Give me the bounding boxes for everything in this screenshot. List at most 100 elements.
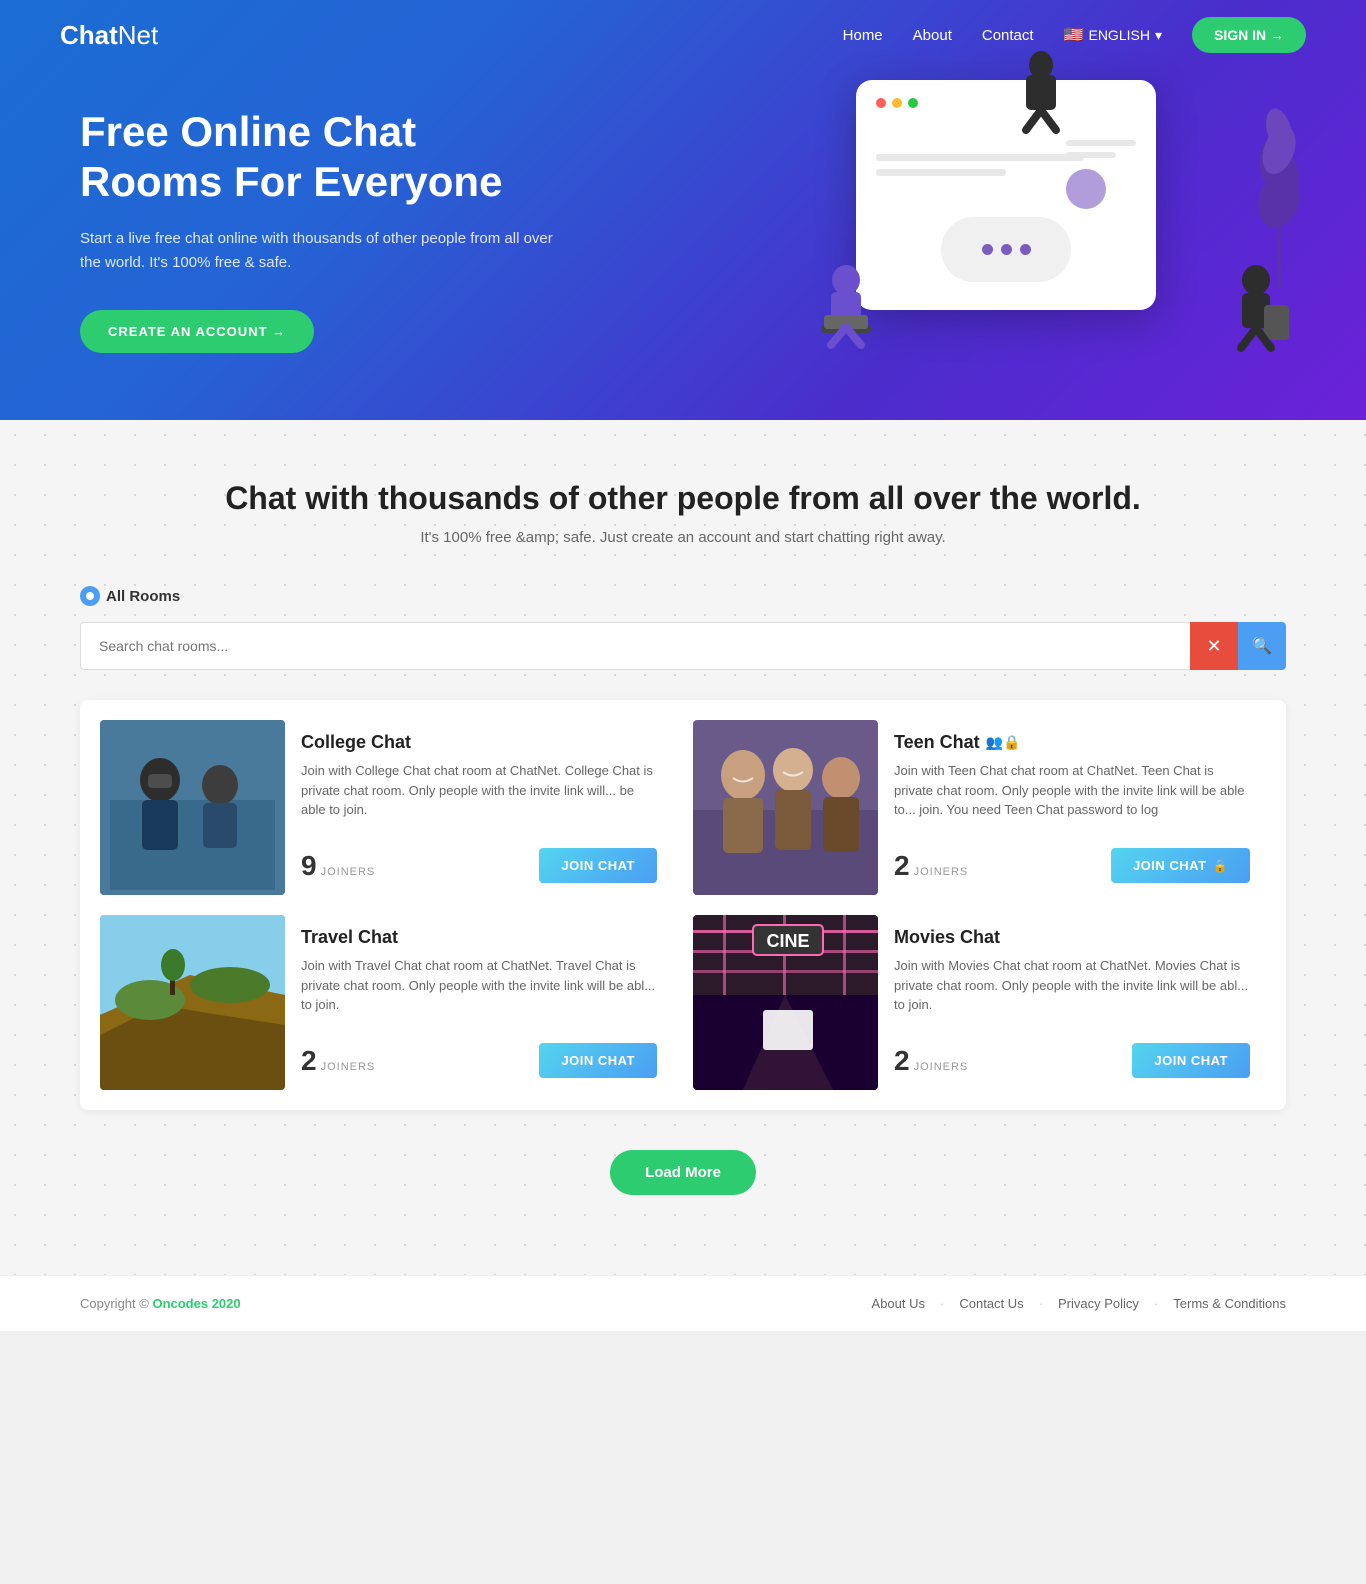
search-button[interactable]: 🔍 bbox=[1238, 622, 1286, 670]
dot-red bbox=[876, 98, 886, 108]
nav-links: Home About Contact 🇺🇸 ENGLISH ▾ SIGN IN … bbox=[843, 17, 1306, 53]
room-card-college: College Chat Join with College Chat chat… bbox=[100, 720, 673, 895]
hero-title: Free Online Chat Rooms For Everyone bbox=[80, 107, 560, 208]
dot-yellow bbox=[892, 98, 902, 108]
join-button-movies[interactable]: JOIN CHAT bbox=[1132, 1043, 1250, 1078]
room-title-travel: Travel Chat bbox=[301, 927, 657, 948]
joiners-travel: 2 JOINERS bbox=[301, 1045, 375, 1077]
room-image-college bbox=[100, 720, 285, 895]
section-heading: Chat with thousands of other people from… bbox=[80, 480, 1286, 517]
room-desc-movies: Join with Movies Chat chat room at ChatN… bbox=[894, 956, 1250, 1029]
language-selector[interactable]: 🇺🇸 ENGLISH ▾ bbox=[1064, 25, 1162, 45]
room-footer-movies: 2 JOINERS JOIN CHAT bbox=[894, 1043, 1250, 1078]
footer-privacy-policy[interactable]: Privacy Policy bbox=[1058, 1296, 1139, 1311]
search-clear-button[interactable]: ✕ bbox=[1190, 622, 1238, 670]
create-account-button[interactable]: CREATE AN ACCOUNT → bbox=[80, 310, 314, 353]
footer-terms[interactable]: Terms & Conditions bbox=[1173, 1296, 1286, 1311]
private-lock-icon: 👥🔒 bbox=[986, 734, 1021, 751]
close-icon: ✕ bbox=[1206, 636, 1221, 657]
joiners-count-college: 9 bbox=[301, 850, 317, 882]
hero-content: Free Online Chat Rooms For Everyone Star… bbox=[80, 107, 560, 354]
room-card-movies: CINE Movies Chat Join with Movies Chat c… bbox=[693, 915, 1266, 1090]
footer-copyright: Copyright © Oncodes 2020 bbox=[80, 1296, 241, 1311]
room-image-teen bbox=[693, 720, 878, 895]
room-image-travel bbox=[100, 915, 285, 1090]
hero-illustration bbox=[806, 30, 1306, 390]
joiners-label-movies: JOINERS bbox=[914, 1061, 969, 1073]
hero-subtitle: Start a live free chat online with thous… bbox=[80, 227, 560, 275]
footer-brand: Oncodes 2020 bbox=[152, 1296, 240, 1311]
footer: Copyright © Oncodes 2020 About Us · Cont… bbox=[0, 1275, 1366, 1331]
room-body-travel: Travel Chat Join with Travel Chat chat r… bbox=[285, 915, 673, 1090]
load-more-section: Load More bbox=[80, 1150, 1286, 1195]
typing-dot-2 bbox=[1001, 244, 1012, 255]
search-input[interactable] bbox=[80, 622, 1190, 670]
right-line-2 bbox=[1066, 152, 1116, 158]
joiners-label-travel: JOINERS bbox=[321, 1061, 376, 1073]
room-footer-travel: 2 JOINERS JOIN CHAT bbox=[301, 1043, 657, 1078]
typing-dot-3 bbox=[1020, 244, 1031, 255]
right-line-1 bbox=[1066, 140, 1136, 146]
signin-button[interactable]: SIGN IN → bbox=[1192, 17, 1306, 53]
tabs-bar: All Rooms bbox=[80, 586, 1286, 606]
joiners-count-movies: 2 bbox=[894, 1045, 910, 1077]
room-body-movies: Movies Chat Join with Movies Chat chat r… bbox=[878, 915, 1266, 1090]
load-more-button[interactable]: Load More bbox=[610, 1150, 756, 1195]
joiners-college: 9 JOINERS bbox=[301, 850, 375, 882]
navbar: Chat Net Home About Contact 🇺🇸 ENGLISH ▾… bbox=[0, 0, 1366, 70]
room-body-teen: Teen Chat 👥🔒 Join with Teen Chat chat ro… bbox=[878, 720, 1266, 895]
room-title-movies: Movies Chat bbox=[894, 927, 1250, 948]
join-button-travel[interactable]: JOIN CHAT bbox=[539, 1043, 657, 1078]
chat-line-1 bbox=[876, 154, 1084, 161]
nav-about[interactable]: About bbox=[913, 27, 952, 44]
joiners-label-college: JOINERS bbox=[321, 866, 376, 878]
chevron-down-icon: ▾ bbox=[1155, 27, 1162, 44]
joiners-label-teen: JOINERS bbox=[914, 866, 969, 878]
room-image-movies: CINE bbox=[693, 915, 878, 1090]
tab-all-rooms-label: All Rooms bbox=[106, 588, 180, 605]
nav-contact[interactable]: Contact bbox=[982, 27, 1034, 44]
room-title-teen: Teen Chat 👥🔒 bbox=[894, 732, 1250, 753]
join-button-teen[interactable]: JOIN CHAT 🔒 bbox=[1111, 848, 1250, 883]
joiners-count-teen: 2 bbox=[894, 850, 910, 882]
typing-dots bbox=[982, 244, 1031, 255]
chat-line-2 bbox=[876, 169, 1006, 176]
plant-decoration-icon bbox=[1251, 70, 1306, 290]
room-card-travel: Travel Chat Join with Travel Chat chat r… bbox=[100, 915, 673, 1090]
search-icon: 🔍 bbox=[1252, 636, 1272, 656]
svg-text:CINE: CINE bbox=[766, 931, 809, 951]
cards-grid: College Chat Join with College Chat chat… bbox=[80, 700, 1286, 1110]
tab-all-rooms[interactable]: All Rooms bbox=[80, 586, 180, 606]
main-content: Chat with thousands of other people from… bbox=[0, 420, 1366, 1275]
brand-chat: Chat bbox=[60, 20, 118, 51]
typing-dot-1 bbox=[982, 244, 993, 255]
joiners-teen: 2 JOINERS bbox=[894, 850, 968, 882]
join-button-college[interactable]: JOIN CHAT bbox=[539, 848, 657, 883]
search-bar: ✕ 🔍 bbox=[80, 622, 1286, 670]
join-lock-icon: 🔒 bbox=[1213, 859, 1228, 873]
brand-logo[interactable]: Chat Net bbox=[60, 20, 158, 51]
room-desc-teen: Join with Teen Chat chat room at ChatNet… bbox=[894, 761, 1250, 834]
footer-links: About Us · Contact Us · Privacy Policy ·… bbox=[872, 1296, 1286, 1311]
flag-icon: 🇺🇸 bbox=[1064, 25, 1084, 45]
right-lines bbox=[1066, 140, 1136, 209]
speech-bubble bbox=[941, 217, 1071, 282]
footer-about-us[interactable]: About Us bbox=[872, 1296, 925, 1311]
language-label: ENGLISH bbox=[1088, 27, 1149, 43]
section-subheading: It's 100% free &amp; safe. Just create a… bbox=[80, 529, 1286, 546]
room-desc-travel: Join with Travel Chat chat room at ChatN… bbox=[301, 956, 657, 1029]
room-title-college: College Chat bbox=[301, 732, 657, 753]
room-footer-teen: 2 JOINERS JOIN CHAT 🔒 bbox=[894, 848, 1250, 883]
nav-home[interactable]: Home bbox=[843, 27, 883, 44]
dot-green bbox=[908, 98, 918, 108]
footer-contact-us[interactable]: Contact Us bbox=[959, 1296, 1023, 1311]
room-desc-college: Join with College Chat chat room at Chat… bbox=[301, 761, 657, 834]
joiners-movies: 2 JOINERS bbox=[894, 1045, 968, 1077]
brand-net: Net bbox=[118, 20, 158, 51]
room-card-teen: Teen Chat 👥🔒 Join with Teen Chat chat ro… bbox=[693, 720, 1266, 895]
room-body-college: College Chat Join with College Chat chat… bbox=[285, 720, 673, 895]
person-left-laptop-icon bbox=[806, 260, 886, 360]
circle-avatar bbox=[1066, 169, 1106, 209]
tab-circle-inner bbox=[86, 592, 94, 600]
tab-indicator bbox=[80, 586, 100, 606]
